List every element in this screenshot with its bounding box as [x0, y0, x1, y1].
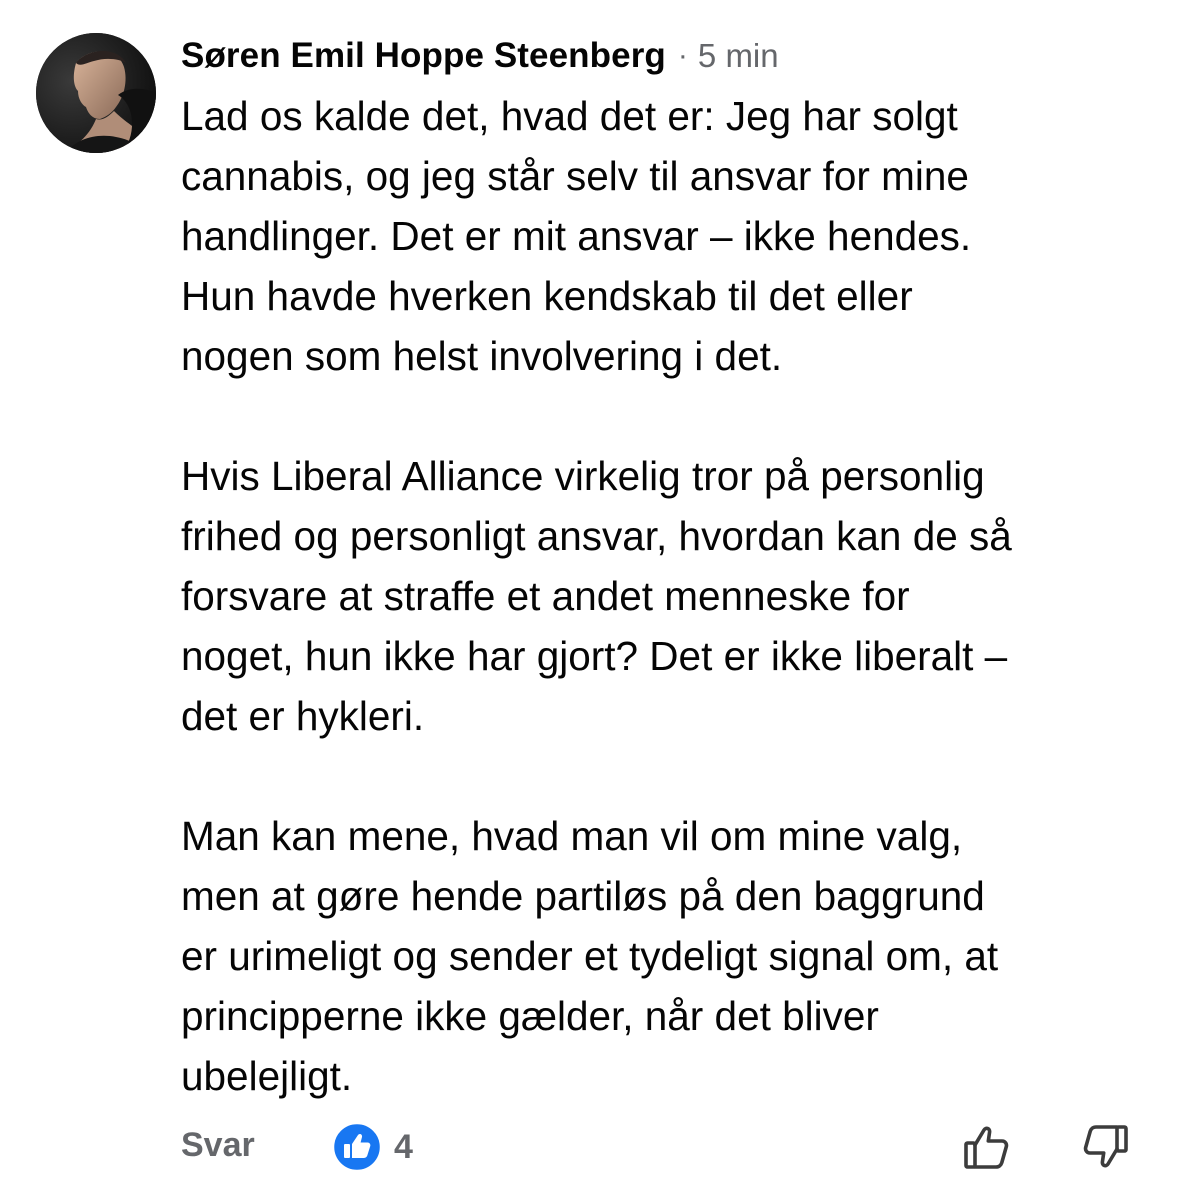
paragraph: Man kan mene, hvad man vil om mine valg,…: [181, 806, 1156, 1106]
paragraph: Lad os kalde det, hvad det er: Jeg har s…: [181, 86, 1156, 386]
comment-header: Søren Emil Hoppe Steenberg · 5 min: [181, 32, 779, 80]
separator-dot: ·: [677, 39, 688, 72]
text-line: men at gøre hende partiløs på den baggru…: [181, 873, 985, 919]
comment: Søren Emil Hoppe Steenberg · 5 min Lad o…: [0, 0, 1179, 1183]
thumb-up-icon: [964, 1126, 1009, 1169]
text-line: principperne ikke gælder, når det bliver: [181, 993, 879, 1039]
text-line: Hvis Liberal Alliance virkelig tror på p…: [181, 453, 985, 499]
comment-actions: Svar 4: [0, 1118, 1179, 1178]
like-count: 4: [394, 1127, 413, 1166]
comment-body: Lad os kalde det, hvad det er: Jeg har s…: [181, 86, 1156, 1106]
text-line: handlinger. Det er mit ansvar – ikke hen…: [181, 213, 972, 259]
thumb-down-icon: [1083, 1125, 1128, 1168]
reply-button[interactable]: Svar: [181, 1126, 255, 1165]
text-line: Hun havde hverken kendskab til det eller: [181, 273, 913, 319]
avatar-photo: [36, 33, 156, 153]
thumb-down-button[interactable]: [1078, 1120, 1132, 1174]
author-name[interactable]: Søren Emil Hoppe Steenberg: [181, 36, 666, 76]
thumb-up-button[interactable]: [960, 1120, 1014, 1174]
text-line: forsvare at straffe et andet menneske fo…: [181, 573, 910, 619]
text-line: cannabis, og jeg står selv til ansvar fo…: [181, 153, 969, 199]
text-line: Lad os kalde det, hvad det er: Jeg har s…: [181, 93, 958, 139]
text-line: noget, hun ikke har gjort? Det er ikke l…: [181, 633, 1008, 679]
avatar[interactable]: [36, 33, 156, 153]
like-summary[interactable]: 4: [332, 1122, 413, 1172]
like-badge-icon: [332, 1122, 382, 1172]
text-line: nogen som helst involvering i det.: [181, 333, 783, 379]
text-line: er urimeligt og sender et tydeligt signa…: [181, 933, 999, 979]
text-line: frihed og personligt ansvar, hvordan kan…: [181, 513, 1012, 559]
text-line: Man kan mene, hvad man vil om mine valg,: [181, 813, 963, 859]
timestamp[interactable]: 5 min: [698, 37, 779, 75]
text-line: det er hykleri.: [181, 693, 425, 739]
text-line: ubelejligt.: [181, 1053, 353, 1099]
paragraph: Hvis Liberal Alliance virkelig tror på p…: [181, 446, 1156, 746]
